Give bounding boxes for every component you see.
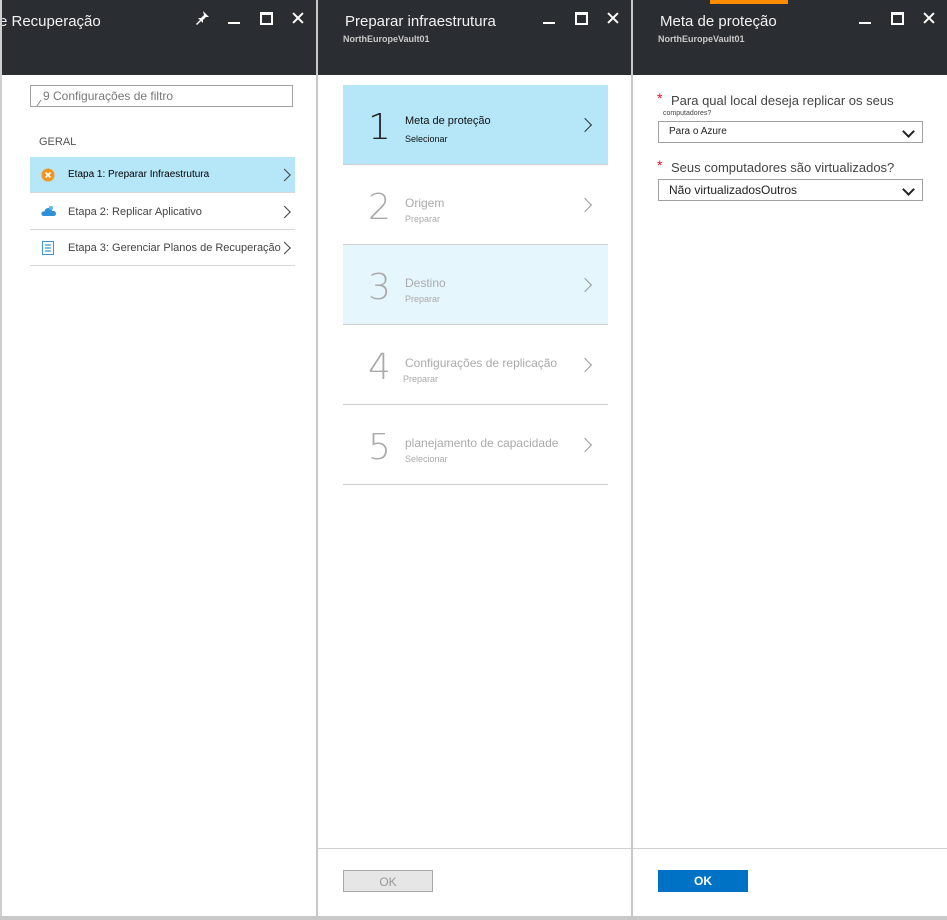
- cloud-icon: [41, 205, 56, 219]
- filter-input[interactable]: 9 Configurações de filtro: [30, 85, 293, 107]
- required-asterisk: *: [657, 90, 663, 106]
- step-target[interactable]: 3 Destino Preparar: [343, 245, 608, 325]
- blade-subtitle: NorthEuropeVault01: [658, 34, 745, 44]
- filter-placeholder: 9 Configurações de filtro: [43, 89, 174, 103]
- chevron-right-icon: [278, 168, 291, 181]
- nav-item-step2[interactable]: Etapa 2: Replicar Aplicativo: [30, 194, 295, 230]
- nav-item-step3[interactable]: Etapa 3: Gerenciar Planos de Recuperação: [30, 230, 295, 266]
- close-icon[interactable]: [921, 10, 937, 26]
- step-subtitle: Preparar: [405, 214, 441, 224]
- select-value: Para o Azure: [669, 126, 727, 137]
- step-number: 3: [368, 267, 391, 308]
- blade-header: Meta de proteção NorthEuropeVault01: [633, 0, 947, 75]
- minimize-icon[interactable]: [541, 10, 557, 26]
- chevron-right-icon: [278, 205, 291, 218]
- chevron-down-icon: [902, 125, 915, 138]
- step-subtitle: Preparar: [405, 294, 441, 304]
- maximize-icon[interactable]: [889, 10, 905, 26]
- step-protection-goal[interactable]: 1 Meta de proteção Selecionar: [343, 85, 608, 165]
- chevron-right-icon: [577, 117, 593, 132]
- document-list-icon: [41, 240, 55, 255]
- ok-button[interactable]: OK: [658, 870, 748, 892]
- chevron-down-icon: [902, 183, 915, 196]
- step-title: Configurações de replicação: [405, 356, 558, 370]
- nav-item-step1[interactable]: Etapa 1: Preparar Infraestrutura: [30, 157, 295, 193]
- question-replicate-location: Para qual local deseja replicar os seus: [671, 93, 894, 108]
- blade-footer: OK: [318, 848, 631, 916]
- chevron-right-icon: [577, 437, 593, 452]
- close-icon[interactable]: [605, 10, 621, 26]
- chevron-right-icon: [577, 197, 593, 212]
- step-subtitle: Selecionar: [405, 134, 448, 144]
- step-title: Destino: [405, 276, 446, 290]
- maximize-icon[interactable]: [573, 10, 589, 26]
- blade-title: e Recuperação: [0, 13, 101, 30]
- question-virtualized: Seus computadores são virtualizados?: [671, 160, 895, 175]
- step-number: 4: [368, 347, 391, 388]
- step-number: 5: [368, 427, 391, 468]
- chevron-right-icon: [577, 277, 593, 292]
- protection-goal-blade: Meta de proteção NorthEuropeVault01 * Pa…: [633, 0, 947, 916]
- ok-button-disabled[interactable]: OK: [343, 870, 433, 892]
- virtualized-select[interactable]: Não virtualizadosOutros: [658, 179, 923, 201]
- warning-icon: [41, 168, 55, 182]
- nav-item-label: Etapa 1: Preparar Infraestrutura: [68, 169, 210, 180]
- search-icon: [36, 93, 43, 107]
- select-value: Não virtualizadosOutros: [669, 183, 798, 197]
- question-replicate-location-small: computadores?: [663, 110, 712, 117]
- step-source[interactable]: 2 Origem Preparar: [343, 165, 608, 245]
- step-capacity-planning[interactable]: 5 planejamento de capacidade Selecionar: [343, 405, 608, 485]
- step-title: planejamento de capacidade: [405, 436, 559, 450]
- active-tab-indicator: [710, 0, 788, 4]
- nav-item-label: Etapa 2: Replicar Aplicativo: [68, 205, 202, 218]
- step-replication-settings[interactable]: 4 Configurações de replicação Preparar: [343, 325, 608, 405]
- blade-title: Preparar infraestrutura: [345, 13, 496, 30]
- blade-footer: OK: [633, 848, 947, 916]
- blade-header: Preparar infraestrutura NorthEuropeVault…: [318, 0, 631, 75]
- step-subtitle: Preparar: [403, 374, 439, 384]
- minimize-icon[interactable]: [857, 10, 873, 26]
- step-subtitle: Selecionar: [405, 454, 448, 464]
- required-asterisk: *: [657, 157, 663, 173]
- replicate-location-select[interactable]: Para o Azure: [658, 121, 923, 143]
- chevron-right-icon: [577, 357, 593, 372]
- maximize-icon[interactable]: [258, 10, 274, 26]
- step-number: 2: [368, 187, 391, 228]
- step-number: 1: [368, 107, 391, 148]
- step-title: Origem: [405, 196, 445, 210]
- section-label: GERAL: [39, 136, 77, 148]
- blade-header: e Recuperação: [2, 0, 316, 75]
- pin-icon[interactable]: [194, 10, 210, 26]
- blade-subtitle: NorthEuropeVault01: [343, 34, 430, 44]
- blade-title: Meta de proteção: [660, 13, 777, 30]
- close-icon[interactable]: [290, 10, 306, 26]
- prepare-infrastructure-blade: Preparar infraestrutura NorthEuropeVault…: [318, 0, 631, 916]
- minimize-icon[interactable]: [226, 10, 242, 26]
- recovery-blade: e Recuperação 9 Configurações de filtro …: [0, 0, 316, 916]
- step-title: Meta de proteção: [405, 115, 491, 127]
- nav-item-label: Etapa 3: Gerenciar Planos de Recuperação: [68, 241, 281, 254]
